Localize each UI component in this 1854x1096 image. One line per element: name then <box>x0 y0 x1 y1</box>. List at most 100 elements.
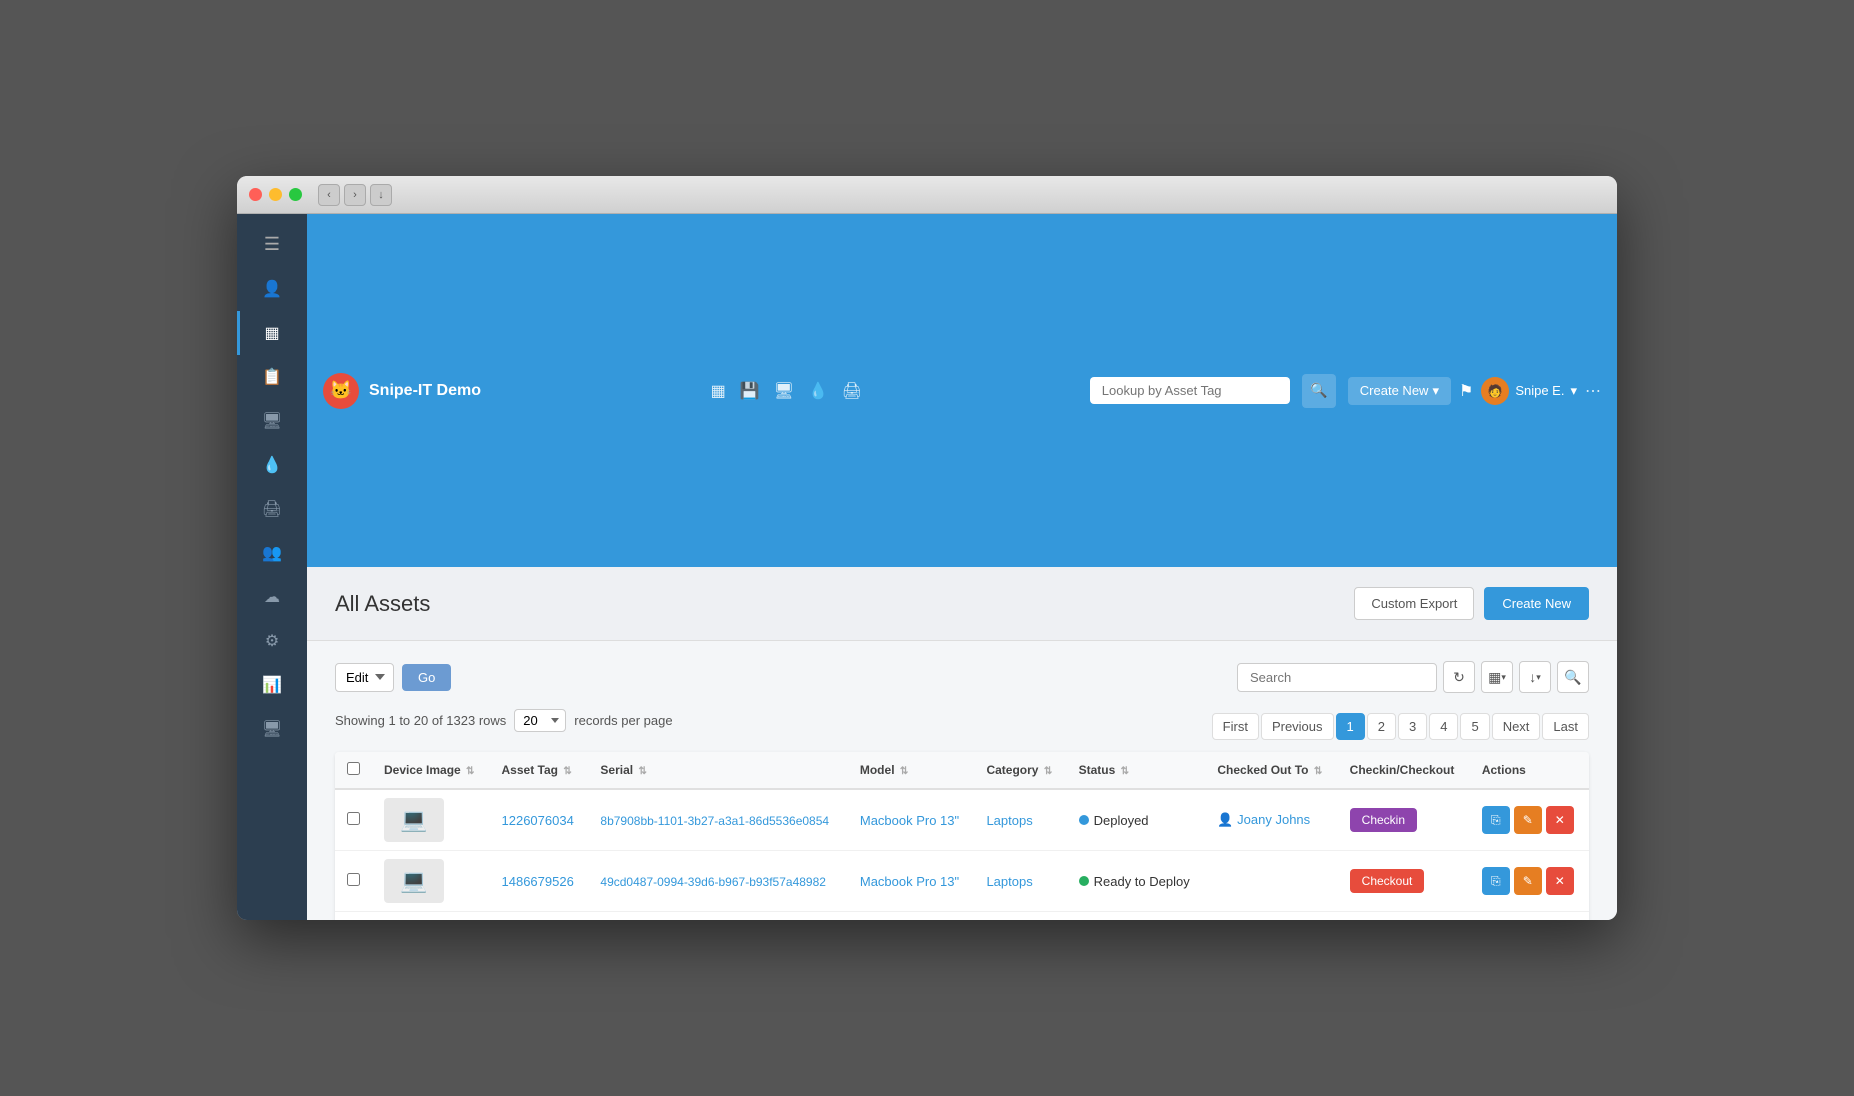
edit-button[interactable]: ✎ <box>1514 867 1542 895</box>
sidebar-item-settings[interactable]: ⚙ <box>237 619 307 663</box>
status-cell: Ready to Deploy <box>1067 912 1206 921</box>
per-page-select[interactable]: 20 50 100 <box>514 709 566 732</box>
asset-tag-link[interactable]: 1486679526 <box>502 874 574 889</box>
page-1-button[interactable]: 1 <box>1336 713 1365 740</box>
next-page-button[interactable]: Next <box>1492 713 1541 740</box>
delete-button[interactable]: ✕ <box>1546 806 1574 834</box>
copy-button[interactable]: ⎘ <box>1482 806 1510 834</box>
dashboard-icon: 👤 <box>262 279 282 299</box>
sidebar-item-licenses[interactable]: 📋 <box>237 355 307 399</box>
status-badge: Ready to Deploy <box>1079 874 1194 889</box>
category-link[interactable]: Laptops <box>986 874 1032 889</box>
assets-icon: ▦ <box>264 323 279 343</box>
assets-table: Device Image ⇅ Asset Tag ⇅ Serial ⇅ Mode… <box>335 752 1589 920</box>
nav-icon-print[interactable]: 🖨 <box>842 381 862 401</box>
bulk-action-select[interactable]: Edit <box>335 663 394 692</box>
sidebar-item-accessories[interactable]: 🖥 <box>237 399 307 443</box>
printers-icon: 🖨 <box>262 499 282 519</box>
sidebar-item-dashboard[interactable]: 👤 <box>237 267 307 311</box>
sidebar-toggle[interactable]: ☰ <box>237 222 307 267</box>
table-row: 💻 1226076034 8b7908bb-1101-3b27-a3a1-86d… <box>335 789 1589 851</box>
delete-button[interactable]: ✕ <box>1546 867 1574 895</box>
model-link[interactable]: Macbook Pro 13" <box>860 813 959 828</box>
row-checkbox-cell <box>335 912 372 921</box>
first-page-button[interactable]: First <box>1212 713 1259 740</box>
header-asset-tag[interactable]: Asset Tag ⇅ <box>490 752 589 789</box>
custom-export-button[interactable]: Custom Export <box>1354 587 1474 620</box>
page-4-button[interactable]: 4 <box>1429 713 1458 740</box>
sidebar-item-printers[interactable]: 🖨 <box>237 487 307 531</box>
sidebar-item-upload[interactable]: ☁ <box>237 575 307 619</box>
browser-nav: ‹ › <box>318 184 366 206</box>
go-button[interactable]: Go <box>402 664 451 691</box>
user-menu[interactable]: 🧑 Snipe E. ▾ <box>1481 377 1577 405</box>
toolbar-left: Edit Go <box>335 663 451 692</box>
header-model[interactable]: Model ⇅ <box>848 752 975 789</box>
search-input[interactable] <box>1237 663 1437 692</box>
create-new-nav-label: Create New <box>1360 383 1429 398</box>
nav-icon-dashboard[interactable]: ▦ <box>711 381 726 401</box>
row-checkbox[interactable] <box>347 873 360 886</box>
accessories-icon: 🖥 <box>262 411 282 431</box>
header-checked-out-to[interactable]: Checked Out To ⇅ <box>1205 752 1337 789</box>
header-actions: Actions <box>1470 752 1589 789</box>
table-search-icon: 🔍 <box>1564 669 1581 686</box>
device-image-cell: 💻 <box>372 912 490 921</box>
minimize-button[interactable] <box>269 188 282 201</box>
category-link[interactable]: Laptops <box>986 813 1032 828</box>
page-title: All Assets <box>335 591 430 617</box>
columns-button[interactable]: ▦ ▾ <box>1481 661 1513 693</box>
download-button[interactable]: ↓ <box>370 184 392 206</box>
back-button[interactable]: ‹ <box>318 184 340 206</box>
header-category[interactable]: Category ⇅ <box>974 752 1066 789</box>
status-dot <box>1079 815 1089 825</box>
content-body: Edit Go ↻ ▦ ▾ <box>307 641 1617 920</box>
sort-icon-category: ⇅ <box>1044 766 1052 777</box>
close-button[interactable] <box>249 188 262 201</box>
asset-tag-input[interactable] <box>1090 377 1290 404</box>
page-5-button[interactable]: 5 <box>1460 713 1489 740</box>
sidebar-item-monitor[interactable]: 🖥 <box>237 707 307 751</box>
status-badge: Deployed <box>1079 813 1194 828</box>
checkout-button[interactable]: Checkout <box>1350 869 1425 893</box>
header-serial[interactable]: Serial ⇅ <box>588 752 847 789</box>
share-icon[interactable]: ⋯ <box>1585 381 1601 401</box>
prev-page-button[interactable]: Previous <box>1261 713 1334 740</box>
refresh-button[interactable]: ↻ <box>1443 661 1475 693</box>
copy-button[interactable]: ⎘ <box>1482 867 1510 895</box>
page-2-button[interactable]: 2 <box>1367 713 1396 740</box>
flag-icon[interactable]: ⚑ <box>1459 381 1473 401</box>
row-checkbox[interactable] <box>347 812 360 825</box>
table-search-button[interactable]: 🔍 <box>1557 661 1589 693</box>
main-area: 🐱 Snipe-IT Demo ▦ 💾 🖥 💧 🖨 🔍 Create New <box>307 214 1617 920</box>
sidebar-item-reports[interactable]: 📊 <box>237 663 307 707</box>
model-link[interactable]: Macbook Pro 13" <box>860 874 959 889</box>
serial-link[interactable]: 8b7908bb-1101-3b27-a3a1-86d5536e0854 <box>600 814 829 828</box>
edit-button[interactable]: ✎ <box>1514 806 1542 834</box>
serial-link[interactable]: 49cd0487-0994-39d6-b967-b93f57a48982 <box>600 875 826 889</box>
checkin-checkout-cell: Checkout <box>1338 912 1470 921</box>
forward-button[interactable]: › <box>344 184 366 206</box>
asset-tag-link[interactable]: 1226076034 <box>502 813 574 828</box>
columns-icon: ▦ <box>1488 669 1501 686</box>
table-row: 💻 245034194 d593eabd-7ca2-355a-a28d-f21c… <box>335 912 1589 921</box>
last-page-button[interactable]: Last <box>1542 713 1589 740</box>
create-new-button[interactable]: Create New <box>1484 587 1589 620</box>
sidebar-item-people[interactable]: 👥 <box>237 531 307 575</box>
row-checkbox-cell <box>335 851 372 912</box>
maximize-button[interactable] <box>289 188 302 201</box>
page-3-button[interactable]: 3 <box>1398 713 1427 740</box>
asset-tag-search-button[interactable]: 🔍 <box>1302 374 1336 408</box>
nav-icon-save[interactable]: 💾 <box>740 381 760 401</box>
create-new-nav-button[interactable]: Create New ▾ <box>1348 377 1451 405</box>
header-status[interactable]: Status ⇅ <box>1067 752 1206 789</box>
checked-out-link[interactable]: 👤 Joany Johns <box>1217 812 1310 827</box>
sidebar-item-assets[interactable]: ▦ <box>237 311 307 355</box>
checkin-button[interactable]: Checkin <box>1350 808 1417 832</box>
nav-icon-screen[interactable]: 🖥 <box>774 381 794 401</box>
select-all-checkbox[interactable] <box>347 762 360 775</box>
sidebar-item-consumables[interactable]: 💧 <box>237 443 307 487</box>
nav-icon-drop[interactable]: 💧 <box>808 381 828 401</box>
download-export-button[interactable]: ↓ ▾ <box>1519 661 1551 693</box>
sort-icon-checked-out: ⇅ <box>1314 766 1322 777</box>
